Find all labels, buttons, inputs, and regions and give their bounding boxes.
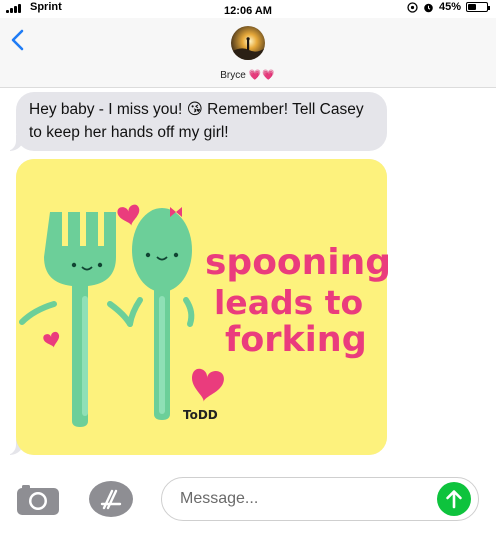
message-text-start: Hey baby - I miss you! <box>29 101 183 118</box>
message-bubble-incoming[interactable]: Hey baby - I miss you! 😘 Remember! Tell … <box>6 92 387 151</box>
compose-toolbar <box>0 470 496 540</box>
sticker-text-line-1: spooning <box>205 242 392 283</box>
avatar[interactable] <box>231 26 265 60</box>
alarm-icon <box>424 3 433 12</box>
back-button[interactable] <box>8 28 28 52</box>
battery-icon <box>466 2 490 12</box>
chevron-left-icon <box>11 29 24 51</box>
sticker-signature: ToDD <box>183 408 218 422</box>
location-icon <box>407 1 418 13</box>
camera-icon <box>17 485 59 515</box>
battery-percent: 45% <box>438 1 461 13</box>
sticker-text-line-3: forking <box>225 320 367 360</box>
battery-level <box>468 4 477 10</box>
message-input[interactable] <box>161 477 479 521</box>
kissing-face-emoji: 😘 <box>186 100 203 118</box>
app-store-icon <box>89 481 133 517</box>
contact-name[interactable]: Bryce 💗💗 <box>0 70 496 81</box>
status-bar: Sprint 12:06 AM 45% <box>0 0 496 20</box>
sticker-text-line-2: leads to <box>214 283 364 322</box>
conversation-header: Bryce 💗💗 <box>0 18 496 88</box>
camera-button[interactable] <box>16 482 60 516</box>
send-arrow-icon <box>446 490 462 509</box>
app-store-button[interactable] <box>88 480 134 518</box>
send-button[interactable] <box>437 482 471 516</box>
contact-name-label: Bryce <box>220 70 246 81</box>
pink-hearts-emoji: 💗💗 <box>248 70 276 81</box>
